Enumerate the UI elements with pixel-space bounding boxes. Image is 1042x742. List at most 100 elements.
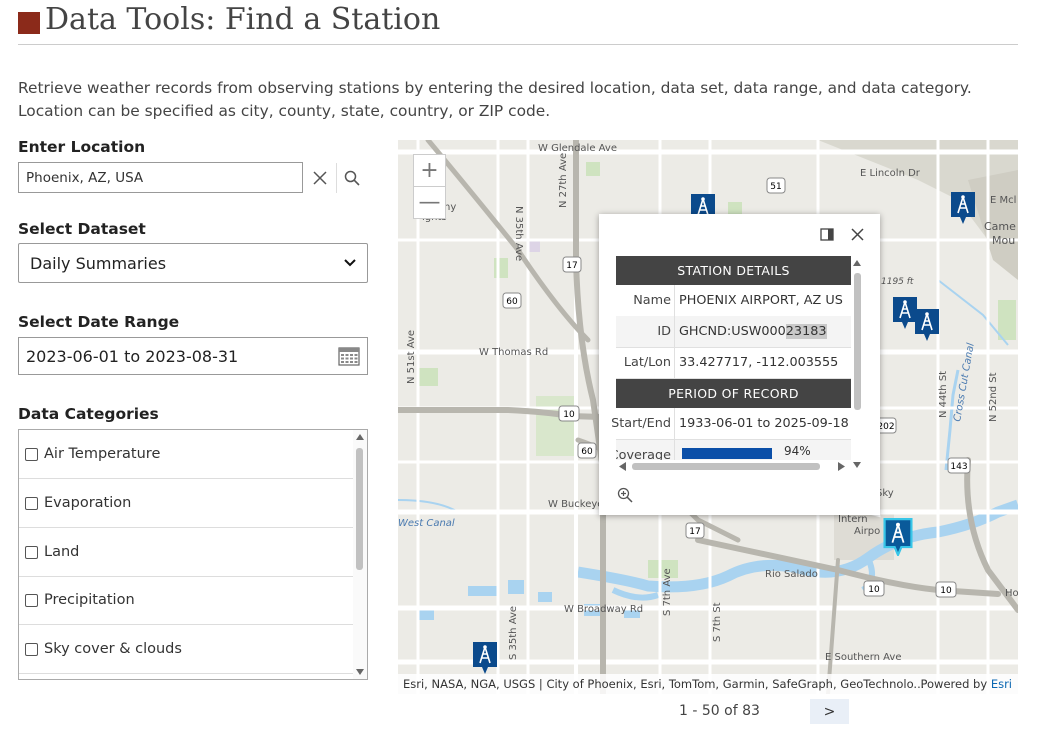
svg-text:143: 143 <box>950 462 967 472</box>
dock-icon[interactable] <box>820 228 834 241</box>
popup-row-coverage: Coverage 94% <box>616 440 851 460</box>
minus-icon: — <box>418 190 441 215</box>
street-label: E Southern Ave <box>825 652 902 663</box>
street-label: N 51st Ave <box>406 330 417 384</box>
scroll-left-icon[interactable] <box>619 462 626 471</box>
popup-row-name: Name PHOENIX AIRPORT, AZ US <box>616 285 851 317</box>
place-label: Came <box>984 220 1016 233</box>
scroll-down-icon[interactable] <box>356 669 364 675</box>
title-accent-square <box>18 12 40 34</box>
street-label: W Broadway Rd <box>564 604 643 615</box>
station-start-end: 1933-06-01 to 2025-09-18 <box>679 416 849 431</box>
next-page-button[interactable]: > <box>810 699 849 724</box>
category-item-evaporation[interactable]: Evaporation <box>19 479 353 528</box>
row-key: Name <box>616 285 675 316</box>
station-id-prefix: GHCND:USW000 <box>679 324 786 339</box>
intro-text: Retrieve weather records from observing … <box>18 79 972 120</box>
popup-row-id: ID GHCND:USW000 23183 <box>616 316 851 348</box>
checkbox[interactable] <box>25 593 38 607</box>
station-id: GHCND:USW000 23183 <box>679 316 827 347</box>
svg-text:10: 10 <box>940 586 952 596</box>
street-label: N 35th Ave <box>513 206 524 261</box>
esri-link[interactable]: Esri <box>991 677 1012 691</box>
row-key: Lat/Lon <box>616 347 675 378</box>
svg-text:17: 17 <box>689 527 700 537</box>
place-label: Intern <box>838 514 868 525</box>
popup-horizontal-scrollbar[interactable] <box>632 463 820 470</box>
map-attribution: Esri, NASA, NGA, USGS | City of Phoenix,… <box>398 674 1018 694</box>
category-item-land[interactable]: Land <box>19 528 353 577</box>
page-title: Data Tools: Find a Station <box>45 2 441 37</box>
scroll-up-icon[interactable] <box>853 260 861 266</box>
station-marker-icon[interactable] <box>950 191 976 225</box>
location-input[interactable] <box>18 162 303 193</box>
popup-vertical-scrollbar[interactable] <box>854 273 861 410</box>
calendar-icon[interactable] <box>338 346 360 366</box>
popup-row-startend: Start/End 1933-06-01 to 2025-09-18 <box>611 408 851 440</box>
category-label: Sky cover & clouds <box>44 641 182 657</box>
station-marker-icon[interactable] <box>914 308 940 342</box>
row-key: Start/End <box>611 408 675 439</box>
svg-text:60: 60 <box>506 297 518 307</box>
scroll-right-icon[interactable] <box>838 462 845 471</box>
highway-shield: 60 <box>502 292 522 309</box>
close-icon <box>313 171 327 185</box>
category-label: Precipitation <box>44 592 135 608</box>
clear-location-button[interactable] <box>306 163 334 193</box>
checkbox[interactable] <box>25 642 38 656</box>
canal-label: West Canal <box>398 518 455 529</box>
category-item-sky-cover[interactable]: Sky cover & clouds <box>19 625 353 674</box>
zoom-in-button[interactable]: + <box>413 154 446 187</box>
station-marker-icon[interactable] <box>472 641 498 675</box>
categories-scrollbar[interactable] <box>353 430 367 679</box>
dataset-label: Select Dataset <box>18 220 146 238</box>
highway-shield: 143 <box>947 457 971 474</box>
row-key: Coverage <box>616 440 675 460</box>
title-divider <box>18 44 1018 45</box>
svg-text:60: 60 <box>581 447 593 457</box>
svg-text:51: 51 <box>770 182 781 192</box>
checkbox[interactable] <box>25 447 38 461</box>
period-of-record-header: PERIOD OF RECORD <box>616 379 851 408</box>
date-range-input[interactable]: 2023-06-01 to 2023-08-31 <box>18 337 368 375</box>
category-item-air-temperature[interactable]: Air Temperature <box>19 430 353 479</box>
category-label: Land <box>44 544 80 560</box>
chevron-down-icon <box>344 259 356 267</box>
category-label: Evaporation <box>44 495 132 511</box>
place-label: Ho <box>1005 588 1018 599</box>
station-id-highlight: 23183 <box>785 324 827 339</box>
highway-shield: 17 <box>562 256 582 273</box>
coverage-percent: 94% <box>784 444 811 458</box>
scroll-up-icon[interactable] <box>356 434 364 440</box>
selected-station-marker-icon[interactable] <box>883 518 913 556</box>
category-item-precipitation[interactable]: Precipitation <box>19 576 353 625</box>
highway-shield: 60 <box>577 442 597 459</box>
category-label: Air Temperature <box>44 446 161 462</box>
zoom-out-button[interactable]: — <box>413 186 446 219</box>
close-icon[interactable] <box>851 228 864 241</box>
place-label: Airpo <box>854 526 880 537</box>
search-button[interactable] <box>336 163 367 193</box>
result-count: 1 - 50 of 83 <box>679 703 760 719</box>
highway-shield: 10 <box>935 581 957 598</box>
station-latlon: 33.427717, -112.003555 <box>679 355 839 370</box>
street-label: S 7th Ave <box>662 568 673 616</box>
street-label: N 52nd St <box>988 372 999 422</box>
data-categories-label: Data Categories <box>18 405 159 423</box>
data-categories-list[interactable]: Air Temperature Evaporation Land Precipi… <box>18 429 368 680</box>
street-label: W Thomas Rd <box>479 347 548 358</box>
popup-row-latlon: Lat/Lon 33.427717, -112.003555 <box>616 347 851 379</box>
zoom-to-icon[interactable] <box>617 487 633 503</box>
location-label: Enter Location <box>18 138 146 156</box>
scroll-down-icon[interactable] <box>853 462 861 468</box>
scrollbar-thumb[interactable] <box>356 448 363 570</box>
checkbox[interactable] <box>25 545 38 559</box>
svg-text:17: 17 <box>566 261 577 271</box>
street-label: N 44th St <box>938 371 949 418</box>
dataset-select[interactable]: Daily Summaries <box>18 243 368 283</box>
checkbox[interactable] <box>25 496 38 510</box>
powered-by: Powered by Esri <box>921 677 1013 691</box>
elevation-label: 1195 ft <box>881 277 914 287</box>
attribution-text: Esri, NASA, NGA, USGS | City of Phoenix,… <box>403 677 923 691</box>
highway-shield: 10 <box>558 405 580 422</box>
